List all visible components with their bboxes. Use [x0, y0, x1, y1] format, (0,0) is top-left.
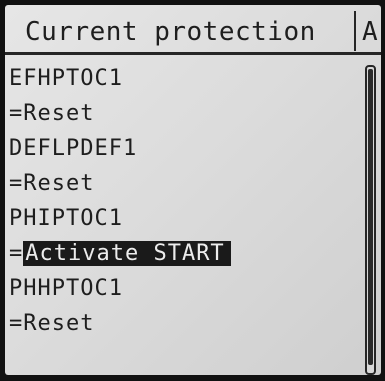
lcd-screen: Current protection A EFHPTOC1 =Reset DEF… [5, 5, 381, 375]
menu-item-deflpdef1-setting[interactable]: =Reset [5, 166, 357, 201]
menu-item-prefix: = [9, 101, 24, 126]
next-tab-truncated[interactable]: A [362, 17, 378, 47]
menu-list: EFHPTOC1 =Reset DEFLPDEF1 =Reset PHIPTOC… [5, 61, 357, 341]
menu-item-value-highlighted: Activate START [23, 241, 231, 266]
menu-header: Current protection A [5, 5, 381, 55]
menu-item-label: DEFLPDEF1 [9, 136, 138, 161]
menu-item-phhptoc1[interactable]: PHHPTOC1 [5, 271, 357, 306]
menu-item-phhptoc1-setting[interactable]: =Reset [5, 306, 357, 341]
page-title: Current protection [25, 17, 316, 47]
device-bezel: Current protection A EFHPTOC1 =Reset DEF… [0, 0, 385, 381]
menu-item-prefix: = [9, 311, 24, 336]
scrollbar-thumb[interactable] [368, 69, 373, 365]
menu-item-phiptoc1[interactable]: PHIPTOC1 [5, 201, 357, 236]
menu-item-label: PHIPTOC1 [9, 206, 123, 231]
menu-item-efhptoc1-setting[interactable]: =Reset [5, 96, 357, 131]
scrollbar[interactable] [365, 65, 376, 375]
menu-item-value: Reset [23, 311, 95, 336]
menu-item-deflpdef1[interactable]: DEFLPDEF1 [5, 131, 357, 166]
menu-item-value: Reset [23, 101, 95, 126]
menu-item-prefix: = [9, 241, 24, 266]
menu-item-efhptoc1[interactable]: EFHPTOC1 [5, 61, 357, 96]
menu-item-label: PHHPTOC1 [9, 276, 123, 301]
menu-item-label: EFHPTOC1 [9, 66, 123, 91]
menu-item-phiptoc1-setting-selected[interactable]: =Activate START [5, 236, 357, 271]
menu-item-prefix: = [9, 171, 24, 196]
header-divider [354, 11, 356, 51]
menu-item-value: Reset [23, 171, 95, 196]
